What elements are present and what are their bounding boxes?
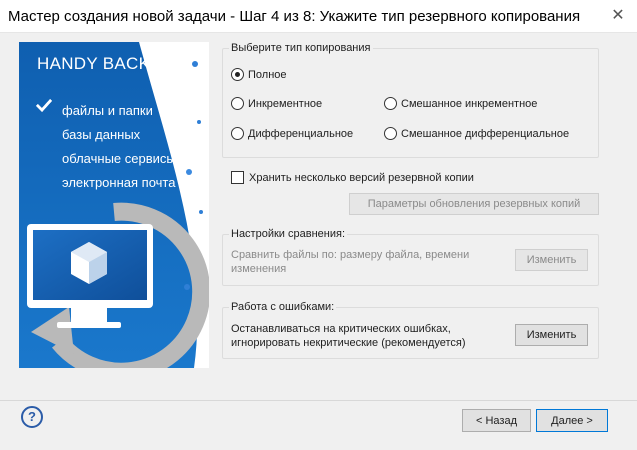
next-button[interactable]: Далее > [536, 409, 608, 432]
feature-list: файлы и папки базы данных облачные серви… [35, 98, 176, 194]
feature-item: базы данных [35, 99, 176, 146]
feature-label: облачные сервисы [62, 150, 176, 166]
radio-differential-label: Дифференциальное [248, 127, 354, 140]
product-banner: HANDY BACKUP файлы и папки базы данных о… [19, 42, 209, 368]
help-icon[interactable]: ? [21, 406, 43, 428]
errors-description: Останавливаться на критических ошибках, … [231, 323, 466, 349]
radio-mixed-incremental[interactable]: Смешанное инкрементное [384, 97, 537, 110]
errors-title: Работа с ошибками: [229, 301, 337, 313]
backup-type-title: Выберите тип копирования [229, 42, 373, 54]
comparison-title: Настройки сравнения: [229, 228, 347, 240]
radio-incremental[interactable]: Инкрементное [231, 97, 322, 110]
feature-label: файлы и папки [62, 102, 153, 118]
update-params-button[interactable]: Параметры обновления резервных копий [349, 193, 599, 215]
keep-versions-checkbox[interactable]: Хранить несколько версий резервной копии [231, 171, 474, 184]
title-bar: Мастер создания новой задачи - Шаг 4 из … [0, 0, 637, 33]
checkbox-icon [231, 171, 244, 184]
feature-item: облачные сервисы [35, 99, 176, 170]
radio-full[interactable]: Полное [231, 68, 287, 81]
radio-mixed-differential-label: Смешанное дифференциальное [401, 127, 570, 140]
radio-icon [231, 97, 244, 110]
comparison-change-button[interactable]: Изменить [515, 249, 588, 271]
feature-item: файлы и папки [35, 98, 176, 122]
banner-graphic [19, 42, 209, 368]
radio-differential[interactable]: Дифференциальное [231, 127, 353, 140]
radio-incremental-label: Инкрементное [248, 97, 323, 110]
brand-name: HANDY BACKUP [37, 54, 175, 73]
feature-item: электронная почта [35, 99, 176, 194]
feature-label: базы данных [62, 126, 141, 142]
radio-selected-icon [231, 68, 244, 81]
feature-label: электронная почта [62, 174, 176, 190]
radio-mixed-incremental-label: Смешанное инкрементное [401, 97, 538, 110]
radio-full-label: Полное [248, 68, 287, 81]
errors-change-button[interactable]: Изменить [515, 324, 588, 346]
radio-icon [384, 97, 397, 110]
close-icon[interactable]: ✕ [607, 6, 629, 26]
radio-icon [231, 127, 244, 140]
keep-versions-label: Хранить несколько версий резервной копии [249, 171, 474, 184]
back-button[interactable]: < Назад [462, 409, 531, 432]
window-title: Мастер создания новой задачи - Шаг 4 из … [8, 8, 581, 25]
radio-icon [384, 127, 397, 140]
comparison-description: Сравнить файлы по: размеру файла, времен… [231, 249, 470, 275]
radio-mixed-differential[interactable]: Смешанное дифференциальное [384, 127, 569, 140]
